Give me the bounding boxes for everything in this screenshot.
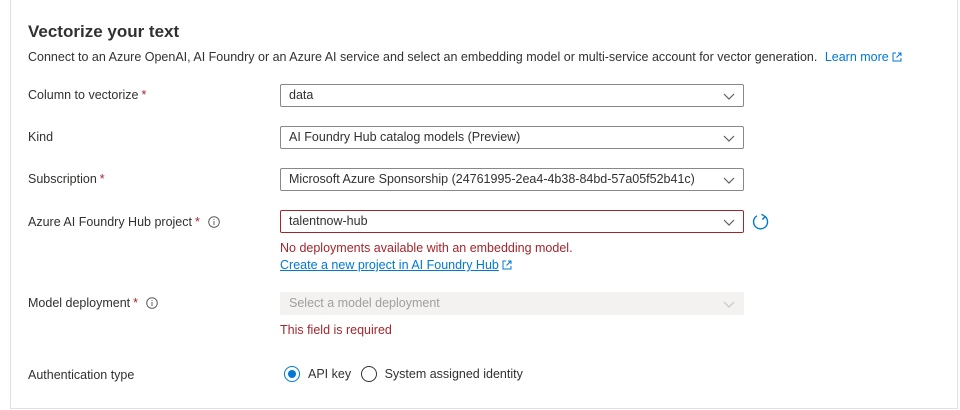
kind-label: Kind (28, 130, 53, 144)
info-icon[interactable] (208, 216, 220, 228)
column-dropdown[interactable]: data (280, 84, 744, 107)
create-project-link[interactable]: Create a new project in AI Foundry Hub (280, 258, 512, 272)
chevron-down-icon (723, 301, 735, 308)
kind-label-text: Kind (28, 130, 54, 144)
info-icon[interactable] (146, 297, 158, 309)
model-dropdown[interactable]: Select a model deployment (280, 292, 744, 315)
auth-label-text: Authentication type (28, 368, 135, 382)
learn-more-label: Learn more (824, 50, 889, 64)
model-placeholder: Select a model deployment (289, 296, 440, 310)
chevron-down-icon (723, 135, 735, 142)
model-label-text: Model deployment (28, 296, 131, 310)
auth-option-label: API key (308, 367, 352, 381)
auth-label: Authentication type (28, 368, 134, 382)
required-asterisk: * (99, 172, 105, 186)
required-asterisk: * (194, 215, 200, 229)
auth-option-api-key[interactable]: API key (284, 366, 351, 382)
required-asterisk: * (141, 88, 147, 102)
radio-unchecked-icon (360, 366, 377, 382)
required-asterisk: * (133, 296, 139, 310)
description-text: Connect to an Azure OpenAI, AI Foundry o… (28, 50, 818, 64)
external-link-icon (502, 260, 512, 270)
auth-option-label: System assigned identity (384, 367, 523, 381)
subscription-label: Subscription * (28, 172, 105, 186)
column-label-text: Column to vectorize (28, 88, 139, 102)
subscription-dropdown[interactable]: Microsoft Azure Sponsorship (24761995-2e… (280, 168, 744, 191)
section-description: Connect to an Azure OpenAI, AI Foundry o… (28, 50, 902, 64)
project-error-message: No deployments available with an embeddi… (280, 241, 573, 255)
section-title: Vectorize your text (28, 22, 180, 41)
chevron-down-icon (723, 177, 735, 184)
auth-option-system-identity[interactable]: System assigned identity (360, 366, 523, 382)
column-label: Column to vectorize * (28, 88, 146, 102)
chevron-down-icon (723, 219, 735, 226)
subscription-value: Microsoft Azure Sponsorship (24761995-2e… (289, 172, 695, 186)
auth-radio-group: API key System assigned identity (284, 366, 523, 385)
subscription-label-text: Subscription (28, 172, 97, 186)
project-value: talentnow-hub (289, 214, 368, 228)
model-label: Model deployment * (28, 296, 158, 310)
kind-dropdown[interactable]: AI Foundry Hub catalog models (Preview) (280, 126, 744, 149)
refresh-icon[interactable] (752, 213, 770, 231)
project-label-text: Azure AI Foundry Hub project (28, 215, 192, 229)
external-link-icon (892, 52, 902, 62)
kind-value: AI Foundry Hub catalog models (Preview) (289, 130, 521, 144)
model-error-message: This field is required (280, 323, 392, 337)
project-label: Azure AI Foundry Hub project * (28, 215, 220, 229)
create-project-label: Create a new project in AI Foundry Hub (280, 258, 499, 272)
chevron-down-icon (723, 93, 735, 100)
radio-checked-icon (284, 366, 300, 382)
project-dropdown[interactable]: talentnow-hub (280, 210, 744, 233)
learn-more-link[interactable]: Learn more (825, 50, 902, 64)
column-value: data (289, 88, 314, 102)
